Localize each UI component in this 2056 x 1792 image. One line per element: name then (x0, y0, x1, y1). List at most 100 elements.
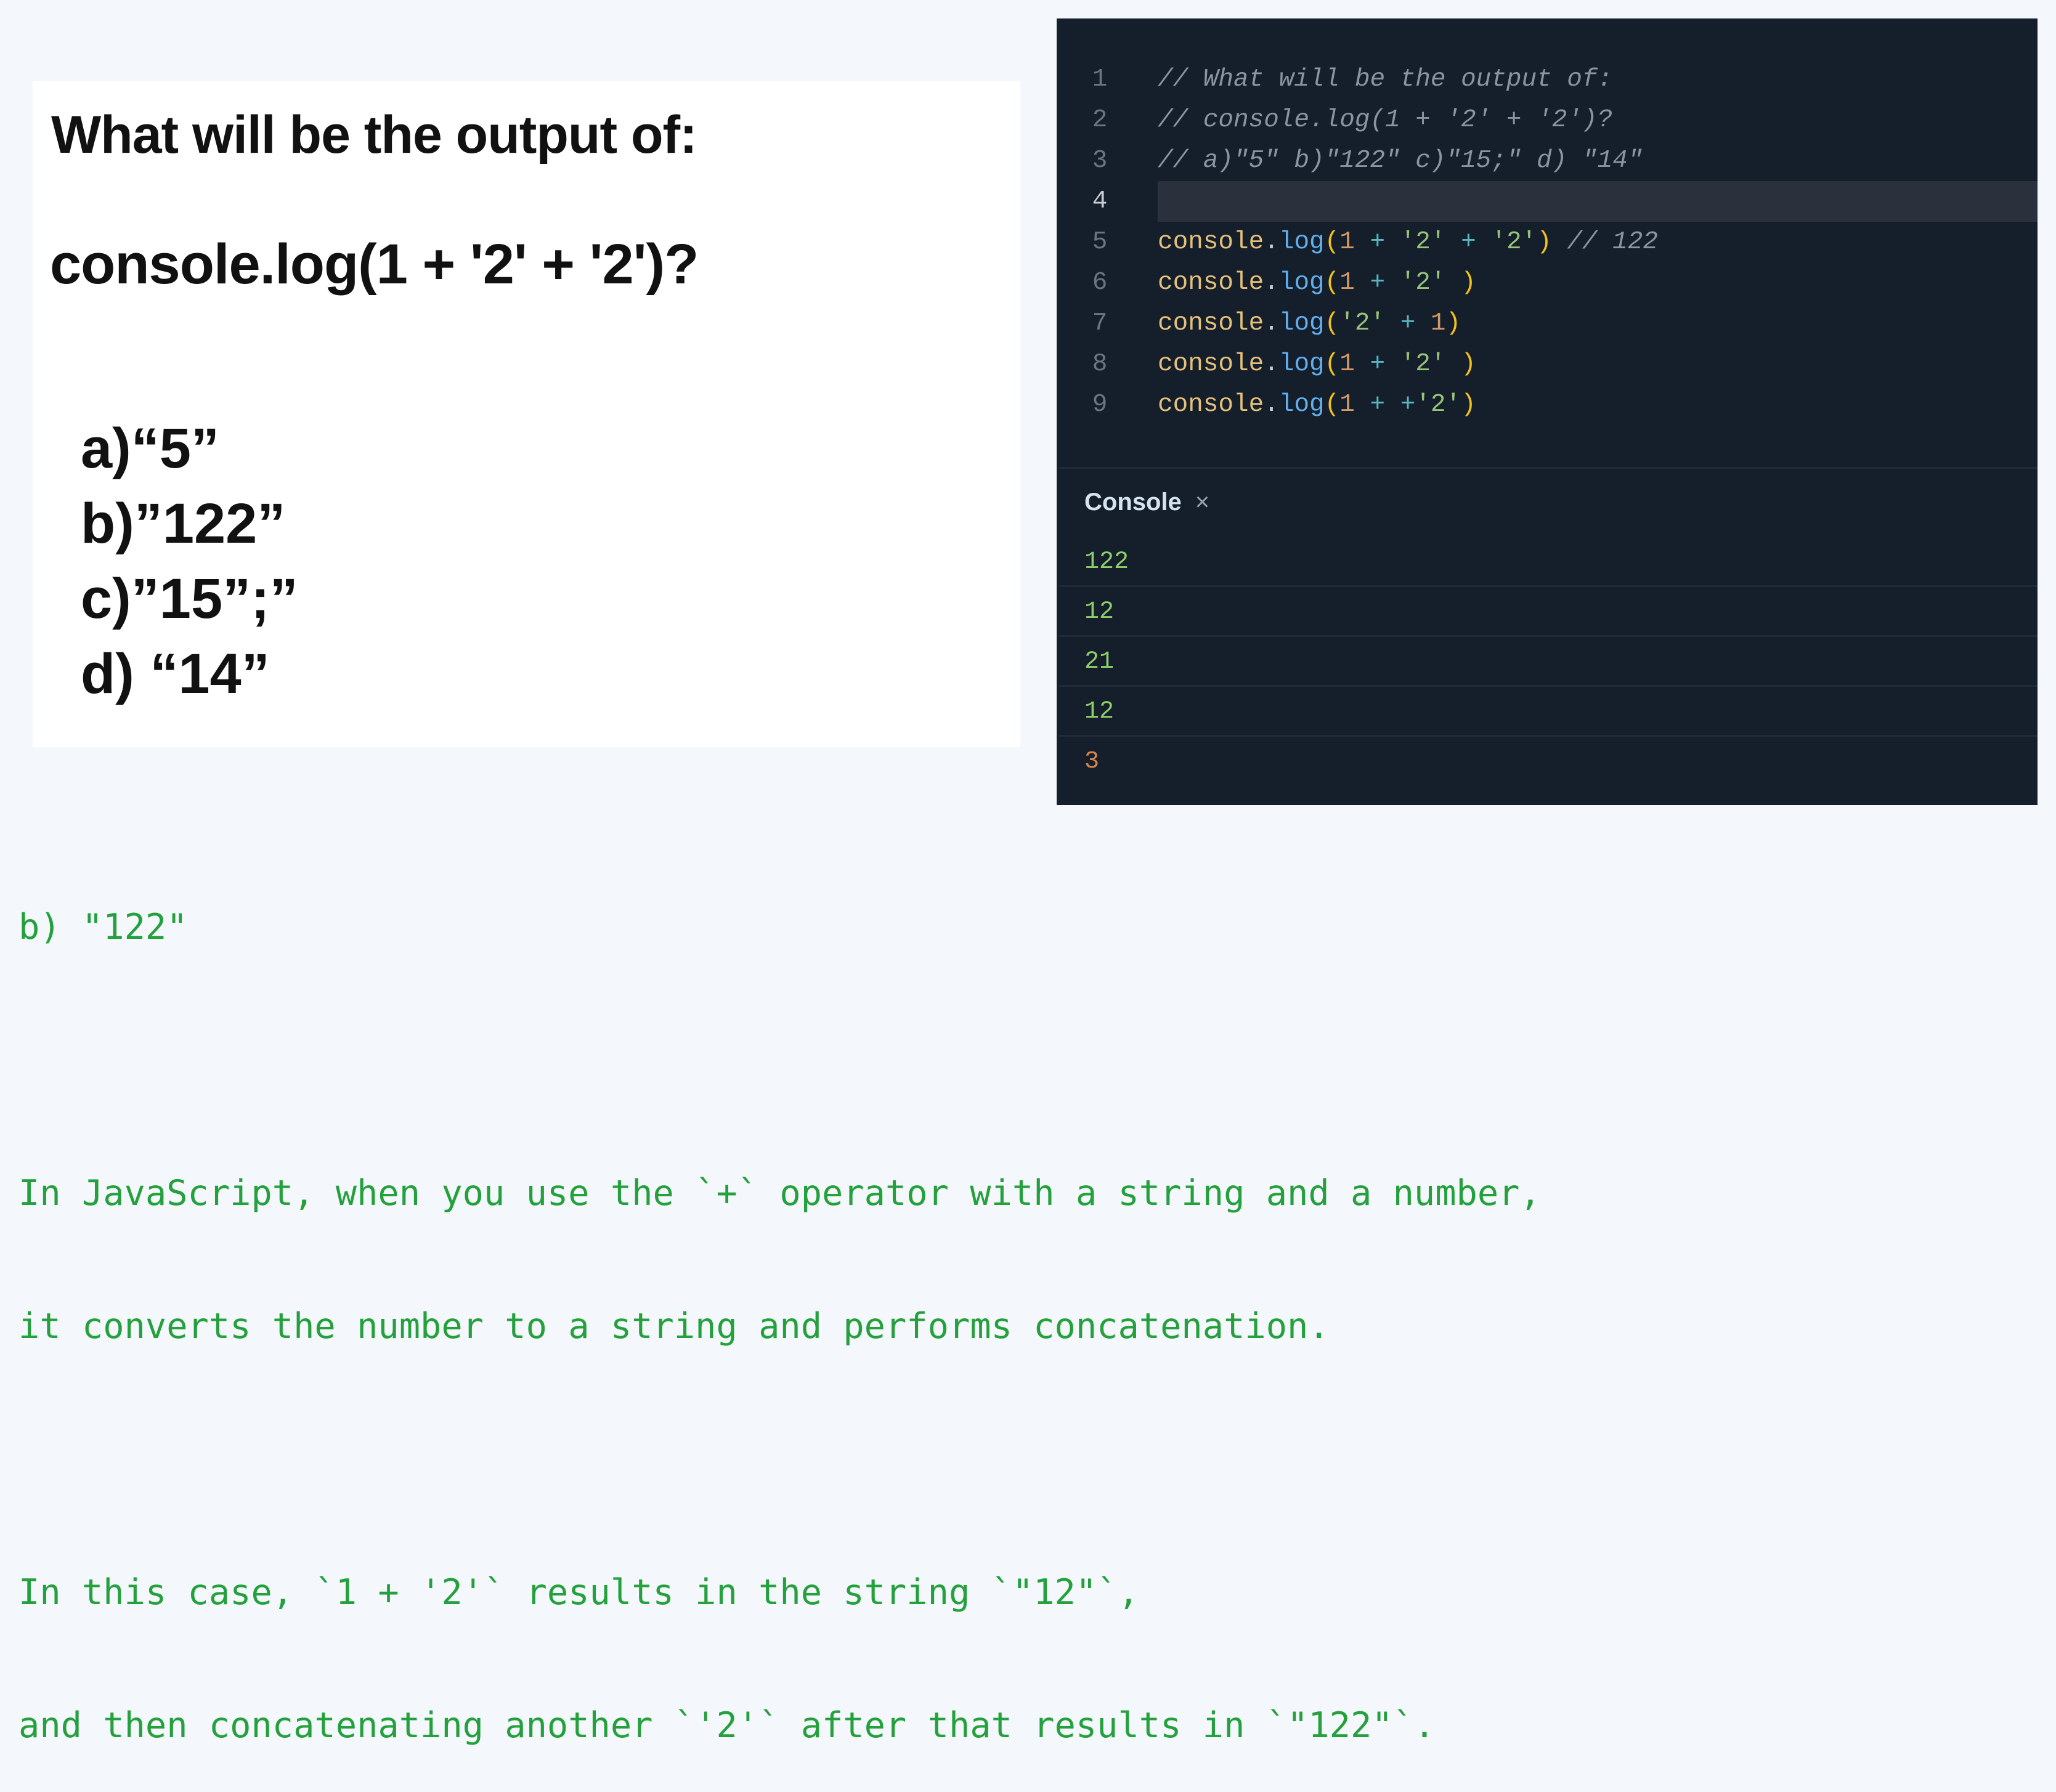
code-token-dot: . (1264, 309, 1279, 338)
question-title: What will be the output of: (51, 105, 697, 164)
code-text[interactable]: console.log(1 + '2' ) (1158, 262, 1476, 303)
code-token-sp (1355, 350, 1370, 378)
code-token-sp (1385, 309, 1400, 338)
explanation-line: it converts the number to a string and p… (18, 1306, 1330, 1347)
code-token-str: '2' (1400, 269, 1446, 297)
code-token-sp (1385, 269, 1400, 297)
code-token-fn: log (1278, 269, 1325, 297)
explanation-line: In JavaScript, when you use the `+` oper… (18, 1173, 1541, 1214)
code-token-sp (1552, 228, 1567, 256)
close-icon[interactable]: × (1195, 489, 1209, 516)
code-token-num: 1 (1339, 228, 1355, 256)
code-token-op: + (1370, 391, 1386, 419)
code-token-num: 1 (1339, 350, 1355, 378)
console-output-row: 12 (1059, 687, 2038, 737)
code-token-sp (1385, 228, 1400, 256)
console-output: 122 12 21 12 3 (1059, 537, 2038, 787)
code-token-paren: ) (1537, 228, 1552, 256)
code-token-fn: log (1278, 391, 1325, 419)
code-token-str: '2' (1491, 228, 1537, 256)
code-area[interactable]: 1 // What will be the output of: 2 // conso… (1057, 59, 2038, 425)
code-token-dot: . (1264, 269, 1279, 297)
console-output-row: 122 (1059, 537, 2038, 587)
code-text[interactable]: console.log('2' + 1) (1158, 303, 1461, 344)
code-token-fn: log (1278, 350, 1325, 378)
code-token-sp (1415, 309, 1431, 338)
code-token-op: + (1461, 228, 1476, 256)
code-token-num: 1 (1430, 309, 1446, 338)
line-number: 2 (1092, 106, 1108, 134)
code-text[interactable]: console.log(1 + '2' ) (1158, 344, 1476, 384)
code-token-paren: ) (1461, 391, 1476, 419)
console-tab-label[interactable]: Console (1084, 489, 1182, 516)
line-number: 9 (1092, 391, 1108, 419)
question-card: What will be the output of: console.log(… (33, 81, 1020, 747)
panel-divider[interactable] (1059, 467, 2038, 469)
code-token-dot: . (1264, 350, 1279, 378)
answer-result: b) "122" (18, 907, 188, 947)
code-token-op: + (1400, 391, 1416, 419)
code-token-paren: ) (1461, 269, 1476, 297)
code-token-obj: console (1158, 350, 1264, 378)
code-token-str: '2' (1400, 228, 1446, 256)
answer-text: b) "122" In JavaScript, when you use the… (18, 816, 1541, 1792)
line-number: 1 (1092, 65, 1108, 94)
option-a: a)“5” (81, 417, 219, 480)
line-number: 8 (1092, 350, 1108, 378)
code-token-str: '2' (1400, 350, 1446, 378)
line-number: 3 (1092, 147, 1108, 175)
code-token-sp (1355, 228, 1370, 256)
code-token-str: '2' (1339, 309, 1386, 338)
explanation-line: In this case, `1 + '2'` results in the s… (18, 1572, 1139, 1613)
code-token-sp (1355, 269, 1370, 297)
code-line[interactable]: 6 console.log(1 + '2' ) (1057, 262, 2038, 303)
code-token-obj: console (1158, 228, 1264, 256)
code-line[interactable]: 5 console.log(1 + '2' + '2') // 122 (1057, 222, 2038, 262)
code-line[interactable]: 4 (1057, 181, 2038, 222)
code-token-sp (1385, 391, 1400, 419)
line-number: 7 (1092, 309, 1108, 338)
code-editor[interactable]: 1 // What will be the output of: 2 // conso… (1057, 18, 2038, 805)
code-token-fn: log (1278, 309, 1325, 338)
option-b: b)”122” (81, 492, 286, 555)
code-token-sp (1355, 391, 1370, 419)
code-line[interactable]: 1 // What will be the output of: (1057, 59, 2038, 100)
code-token-dot: . (1264, 228, 1279, 256)
option-c: c)”15”;” (81, 567, 298, 630)
code-token-sp (1476, 228, 1492, 256)
code-token-paren: ) (1445, 309, 1461, 338)
options-list: a)“5” b)”122” c)”15”;” d) “14” (81, 411, 298, 712)
code-token-num: 1 (1339, 391, 1355, 419)
code-token-comment: // 122 (1567, 228, 1658, 256)
code-token-op: + (1370, 269, 1386, 297)
option-d: d) “14” (81, 643, 270, 705)
code-line[interactable]: 2 // console.log(1 + '2' + '2')? (1057, 100, 2038, 140)
code-token-op: + (1370, 228, 1386, 256)
code-text[interactable]: console.log(1 + +'2') (1158, 384, 1476, 425)
code-token-dot: . (1264, 391, 1279, 419)
code-line[interactable]: 7 console.log('2' + 1) (1057, 303, 2038, 344)
code-line[interactable]: 3 // a)"5" b)"122" c)"15;" d) "14" (1057, 140, 2038, 181)
question-code: console.log(1 + '2' + '2')? (50, 233, 699, 296)
console-tab[interactable]: Console × (1084, 484, 1209, 521)
code-text[interactable]: // What will be the output of: (1158, 59, 1612, 100)
code-token-paren: ( (1324, 269, 1340, 297)
console-output-row: 3 (1084, 748, 1100, 776)
code-token-comment: // What will be the output of: (1158, 65, 1613, 94)
code-token-paren: ( (1324, 228, 1340, 256)
code-token-obj: console (1158, 309, 1264, 338)
code-line[interactable]: 9 console.log(1 + +'2') (1057, 384, 2038, 425)
code-token-sp (1446, 269, 1461, 297)
code-token-num: 1 (1339, 269, 1355, 297)
code-text[interactable]: // console.log(1 + '2' + '2')? (1158, 100, 1612, 140)
code-line[interactable]: 8 console.log(1 + '2' ) (1057, 344, 2038, 384)
console-output-row: 21 (1059, 637, 2038, 687)
code-token-str: '2' (1415, 391, 1461, 419)
code-token-obj: console (1158, 269, 1264, 297)
code-token-comment: // console.log(1 + '2' + '2')? (1158, 106, 1613, 134)
code-token-sp (1446, 228, 1461, 256)
code-text[interactable]: // a)"5" b)"122" c)"15;" d) "14" (1158, 140, 1643, 181)
code-text[interactable]: console.log(1 + '2' + '2') // 122 (1158, 222, 1658, 262)
console-output-row: 12 (1059, 587, 2038, 637)
line-number: 4 (1092, 187, 1108, 216)
